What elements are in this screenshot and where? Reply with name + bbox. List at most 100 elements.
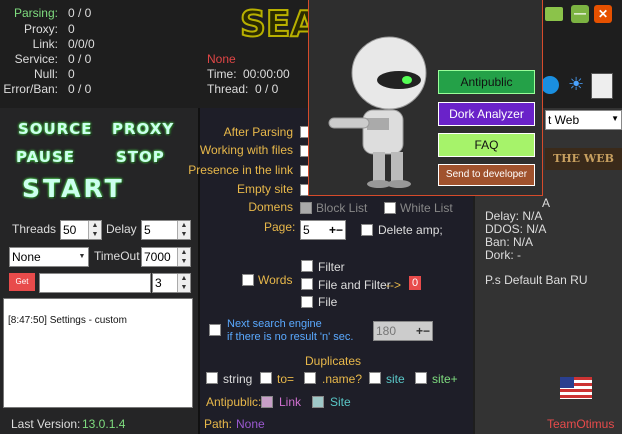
stats-panel: Parsing: 0 / 0 Proxy: 0 Link: 0/0/0 Serv…: [0, 0, 200, 105]
site-plus-checkbox[interactable]: [415, 372, 427, 384]
start-button[interactable]: START: [22, 174, 125, 203]
site-label: site: [386, 372, 405, 386]
next-engine-label-1: Next search engine: [227, 318, 322, 330]
delete-amp-label: Delete amp;: [378, 223, 443, 237]
dork-analyzer-button[interactable]: Dork Analyzer: [438, 102, 535, 126]
path-value: None: [236, 417, 265, 431]
string-label: string: [223, 372, 253, 386]
engine-dropdown[interactable]: t Web ▼: [545, 110, 622, 130]
plus-minus-icon[interactable]: +−: [329, 221, 343, 239]
filter-count-badge: 0: [409, 276, 421, 290]
delay-value: 5: [144, 223, 151, 237]
site-checkbox[interactable]: [369, 372, 381, 384]
get-input[interactable]: [39, 273, 151, 293]
next-engine-checkbox[interactable]: [209, 324, 221, 336]
arrow-label: -->: [386, 278, 401, 292]
engine-select[interactable]: None ▼: [9, 247, 89, 267]
left-panel: SOURCE PROXY PAUSE STOP START Threads 50…: [0, 108, 200, 434]
spin-arrows-icon[interactable]: ▲ ▼: [177, 221, 190, 239]
get-button[interactable]: Get: [9, 273, 35, 291]
us-flag-icon[interactable]: [560, 377, 592, 399]
time-label: Time:: [207, 67, 237, 81]
footer-team: TeamOtimus: [547, 417, 615, 431]
chevron-down-icon[interactable]: ▼: [76, 248, 88, 266]
words-label: Words: [258, 273, 293, 287]
get-count-stepper[interactable]: 3 ▲ ▼: [152, 273, 191, 293]
status-panel: SEA None Time: 00:00:00 Thread: 0 / 0: [200, 0, 319, 105]
file-and-filter-checkbox[interactable]: [301, 278, 313, 290]
source-button[interactable]: SOURCE: [18, 120, 93, 138]
stop-button[interactable]: STOP: [116, 148, 165, 166]
default-ban-label: P.s Default Ban RU: [485, 273, 588, 287]
folder-icon[interactable]: [545, 7, 563, 21]
next-engine-value: 180: [376, 324, 397, 338]
page-stepper[interactable]: 5 +−: [300, 220, 346, 240]
antipublic-button[interactable]: Antipublic: [438, 70, 535, 94]
get-count-value: 3: [155, 276, 162, 290]
block-list-checkbox[interactable]: [300, 202, 312, 214]
faq-label: FAQ: [474, 138, 499, 152]
filter-count-value: 0: [411, 277, 419, 289]
info-delay: Delay: N/A: [485, 209, 543, 223]
spin-arrows-icon[interactable]: ▲ ▼: [177, 274, 190, 292]
working-files-label: Working with files: [199, 143, 293, 157]
bulb-icon[interactable]: ☀: [568, 74, 586, 94]
mode-status: None: [207, 52, 236, 66]
file-checkbox[interactable]: [301, 296, 313, 308]
engine-dropdown-value: t Web: [548, 113, 580, 127]
presence-label: Presence in the link: [188, 163, 293, 177]
parsing-label: Parsing:: [13, 6, 58, 20]
web-banner-text: THE WEB: [553, 152, 614, 165]
minimize-icon[interactable]: —: [571, 5, 589, 23]
antipublic-link-checkbox[interactable]: [261, 396, 273, 408]
timeout-stepper[interactable]: 7000 ▲ ▼: [141, 247, 191, 267]
name-checkbox[interactable]: [304, 372, 316, 384]
block-list-label: Block List: [316, 201, 368, 215]
parsing-value: 0 / 0: [68, 6, 92, 20]
service-label: Service:: [14, 52, 58, 66]
antipublic-button-label: Antipublic: [460, 75, 513, 89]
log-box[interactable]: [8:47:50] Settings - custom: [3, 298, 193, 408]
dork-analyzer-label: Dork Analyzer: [449, 107, 524, 121]
send-to-developer-button[interactable]: Send to developer: [438, 164, 535, 186]
spin-arrows-icon[interactable]: ▲ ▼: [177, 248, 190, 266]
get-label: Get: [15, 277, 29, 286]
antipublic-site-checkbox[interactable]: [312, 396, 324, 408]
words-checkbox[interactable]: [242, 274, 254, 286]
pause-button[interactable]: PAUSE: [16, 148, 75, 166]
threads-stepper[interactable]: 50 ▲ ▼: [60, 220, 102, 240]
after-parsing-label: After Parsing: [223, 125, 293, 139]
engine-select-value: None: [12, 250, 41, 264]
timeout-value: 7000: [144, 250, 171, 264]
globe-icon[interactable]: [541, 76, 559, 94]
proxy-value: 0: [68, 22, 75, 36]
proxy-label: Proxy:: [23, 22, 58, 36]
file-and-filter-label: File and Filter: [318, 278, 391, 292]
proxy-button[interactable]: PROXY: [112, 120, 174, 138]
link-label: Link:: [32, 37, 58, 51]
white-list-checkbox[interactable]: [384, 202, 396, 214]
duplicates-label: Duplicates: [305, 354, 362, 368]
antipublic-label: Antipublic:: [206, 395, 262, 409]
delay-stepper[interactable]: 5 ▲ ▼: [141, 220, 191, 240]
to-checkbox[interactable]: [260, 372, 272, 384]
path-label: Path:: [204, 417, 233, 431]
error-label: Error/Ban:: [3, 82, 58, 96]
plus-minus-icon[interactable]: +−: [416, 322, 430, 340]
spin-arrows-icon[interactable]: ▲ ▼: [88, 221, 101, 239]
string-checkbox[interactable]: [206, 372, 218, 384]
close-icon[interactable]: ✕: [594, 5, 612, 23]
error-value: 0 / 0: [68, 82, 92, 96]
name-label: .name?: [322, 372, 363, 386]
filter-checkbox[interactable]: [301, 260, 313, 272]
threads-label: Threads: [12, 222, 57, 236]
info-ban: Ban: N/A: [485, 235, 534, 249]
null-label: Null:: [33, 67, 58, 81]
time-value: 00:00:00: [243, 67, 290, 81]
document-icon[interactable]: [591, 73, 613, 99]
faq-button[interactable]: FAQ: [438, 133, 535, 157]
delete-amp-checkbox[interactable]: [361, 224, 373, 236]
chevron-down-icon[interactable]: ▼: [611, 114, 619, 123]
file-label: File: [318, 295, 338, 309]
next-engine-stepper[interactable]: 180 +−: [373, 321, 433, 341]
